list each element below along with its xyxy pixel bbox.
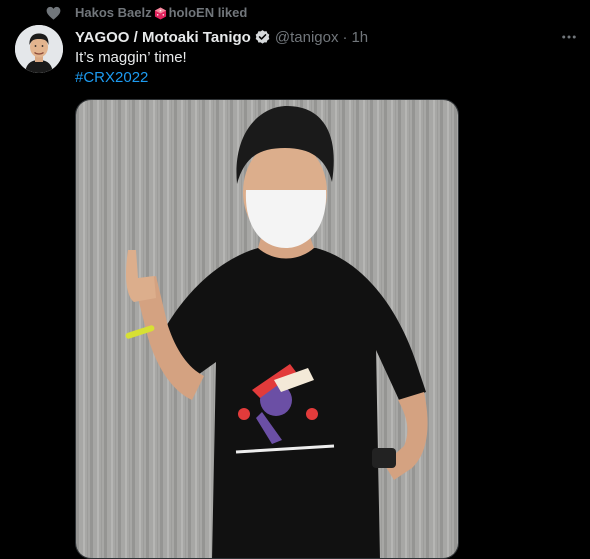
liker-name[interactable]: Hakos Baelz: [75, 5, 152, 21]
tweet-header: YAGOO / Motoaki Tanigo @tanigox · 1h: [75, 27, 368, 47]
tweet-photo[interactable]: [75, 99, 459, 559]
avatar-image: [15, 25, 63, 73]
tweet-body: It’s maggin’ time!: [75, 49, 187, 66]
more-horizontal-icon[interactable]: [560, 28, 578, 46]
verified-badge-icon: [255, 29, 270, 44]
author-handle[interactable]: @tanigox: [275, 29, 339, 46]
liked-suffix: holoEN liked: [168, 5, 248, 20]
heart-icon: [46, 6, 61, 20]
author-name[interactable]: YAGOO / Motoaki Tanigo: [75, 29, 251, 46]
timestamp[interactable]: 1h: [351, 29, 368, 46]
separator-dot: ·: [342, 28, 348, 46]
die-emoji-icon: [154, 6, 166, 20]
photo-image: [76, 100, 458, 558]
tweet-text: It’s maggin’ time! #CRX2022: [75, 48, 187, 88]
hashtag-link[interactable]: #CRX2022: [75, 68, 187, 88]
avatar[interactable]: [15, 25, 63, 73]
